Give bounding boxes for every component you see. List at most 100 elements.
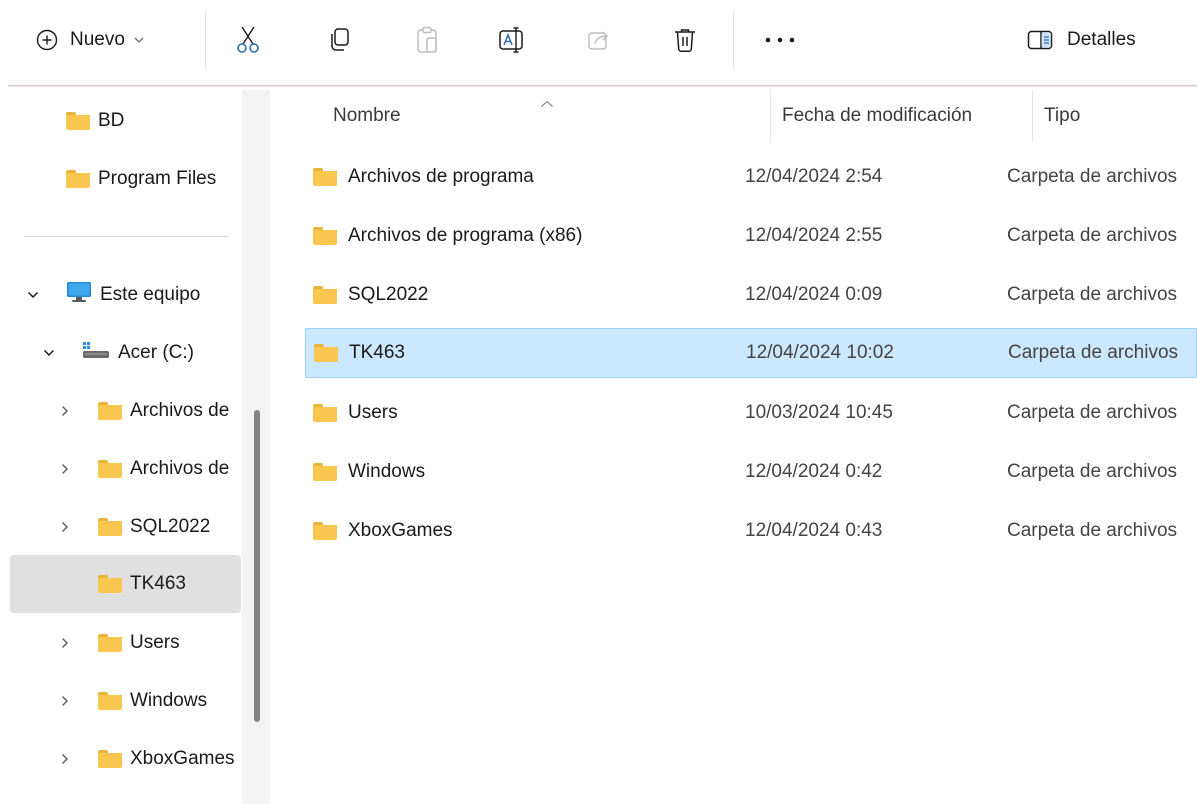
- sidebar-item-archivos-de-programa[interactable]: Archivos de: [98, 386, 242, 436]
- paste-button[interactable]: [412, 18, 442, 62]
- chevron-right-icon[interactable]: [58, 520, 72, 534]
- delete-button[interactable]: [670, 18, 700, 62]
- chevron-right-icon[interactable]: [58, 404, 72, 418]
- new-button[interactable]: Nuevo: [36, 18, 186, 62]
- folder-icon: [98, 460, 122, 478]
- folder-icon: [66, 170, 90, 188]
- sidebar-scrollbar-thumb[interactable]: [254, 410, 260, 722]
- rename-button[interactable]: [497, 18, 527, 62]
- table-row[interactable]: Archivos de programa 12/04/2024 2:54 Car…: [305, 152, 1197, 202]
- folder-icon: [314, 344, 338, 362]
- sidebar-item-label: Acer (C:): [118, 342, 194, 363]
- folder-icon: [313, 463, 337, 481]
- folder-icon: [313, 404, 337, 422]
- details-pane-icon: [1027, 30, 1053, 50]
- chevron-right-icon[interactable]: [58, 462, 72, 476]
- folder-icon: [313, 286, 337, 304]
- table-row[interactable]: Users 10/03/2024 10:45 Carpeta de archiv…: [305, 388, 1197, 438]
- cut-icon: [235, 25, 261, 55]
- sidebar-item-this-pc[interactable]: Este equipo: [66, 270, 242, 320]
- drive-icon: [82, 340, 110, 366]
- sidebar-item-label: TK463: [130, 573, 186, 594]
- folder-icon: [313, 227, 337, 245]
- column-separator[interactable]: [1032, 90, 1033, 142]
- copy-icon: [328, 27, 352, 53]
- sidebar-item-archivos-de-programa-x86[interactable]: Archivos de: [98, 444, 242, 494]
- column-header-date[interactable]: Fecha de modificación: [782, 90, 1030, 142]
- new-button-label: Nuevo: [70, 29, 125, 50]
- row-date: 12/04/2024 10:02: [746, 342, 894, 363]
- row-date: 12/04/2024 2:54: [745, 166, 883, 187]
- computer-icon: [66, 281, 92, 309]
- row-name: Windows: [348, 461, 426, 482]
- sidebar-item-tk463[interactable]: TK463: [10, 555, 241, 613]
- chevron-down-icon[interactable]: [42, 346, 56, 360]
- row-name: Users: [348, 402, 398, 423]
- add-circle-icon: [36, 29, 58, 51]
- sidebar-item-drive-c[interactable]: Acer (C:): [82, 328, 242, 378]
- row-type: Carpeta de archivos: [1008, 342, 1179, 363]
- row-name: SQL2022: [348, 284, 429, 305]
- table-row-selected[interactable]: TK463 12/04/2024 10:02 Carpeta de archiv…: [305, 328, 1197, 378]
- sidebar-item-windows[interactable]: Windows: [98, 676, 242, 726]
- folder-icon: [98, 402, 122, 420]
- command-bar: Nuevo Detalles: [0, 0, 1197, 80]
- row-type: Carpeta de archivos: [1007, 225, 1178, 246]
- details-button[interactable]: Detalles: [1027, 18, 1167, 62]
- sidebar-item-program-files[interactable]: Program Files: [66, 154, 242, 204]
- folder-icon: [98, 692, 122, 710]
- sidebar-item-label: XboxGames: [130, 748, 235, 769]
- folder-icon: [313, 168, 337, 186]
- chevron-right-icon[interactable]: [58, 752, 72, 766]
- table-row[interactable]: XboxGames 12/04/2024 0:43 Carpeta de arc…: [305, 506, 1197, 556]
- sidebar-item-label: Este equipo: [100, 284, 201, 305]
- column-header-label: Nombre: [333, 105, 401, 126]
- copy-button[interactable]: [325, 18, 355, 62]
- details-button-label: Detalles: [1067, 29, 1136, 50]
- sidebar-item-users[interactable]: Users: [98, 618, 242, 668]
- more-button[interactable]: [763, 18, 797, 62]
- table-row[interactable]: Archivos de programa (x86) 12/04/2024 2:…: [305, 211, 1197, 261]
- sidebar-item-sql2022[interactable]: SQL2022: [98, 502, 242, 552]
- row-date: 12/04/2024 2:55: [745, 225, 883, 246]
- column-header-type[interactable]: Tipo: [1044, 90, 1197, 142]
- folder-icon: [66, 112, 90, 130]
- toolbar-separator: [205, 10, 206, 70]
- sidebar-item-label: SQL2022: [130, 516, 211, 537]
- column-header-label: Fecha de modificación: [782, 105, 973, 126]
- row-date: 12/04/2024 0:42: [745, 461, 883, 482]
- chevron-right-icon[interactable]: [58, 636, 72, 650]
- table-row[interactable]: SQL2022 12/04/2024 0:09 Carpeta de archi…: [305, 270, 1197, 320]
- chevron-down-icon[interactable]: [26, 288, 40, 302]
- folder-icon: [98, 575, 122, 593]
- navigation-pane: BD Program Files Este equipo Acer (C:) A…: [0, 90, 270, 804]
- column-header-label: Tipo: [1044, 105, 1081, 126]
- row-name: Archivos de programa (x86): [348, 225, 583, 246]
- column-separator[interactable]: [770, 90, 771, 142]
- row-type: Carpeta de archivos: [1007, 284, 1178, 305]
- table-row[interactable]: Windows 12/04/2024 0:42 Carpeta de archi…: [305, 447, 1197, 497]
- row-date: 12/04/2024 0:43: [745, 520, 883, 541]
- sidebar-item-label: Users: [130, 632, 180, 653]
- folder-icon: [98, 634, 122, 652]
- more-icon: [764, 37, 796, 43]
- row-date: 12/04/2024 0:09: [745, 284, 883, 305]
- row-name: XboxGames: [348, 520, 453, 541]
- toolbar-divider: [8, 85, 1197, 87]
- chevron-right-icon[interactable]: [58, 694, 72, 708]
- row-date: 10/03/2024 10:45: [745, 402, 893, 423]
- toolbar-separator: [733, 10, 734, 70]
- cut-button[interactable]: [230, 18, 266, 62]
- row-type: Carpeta de archivos: [1007, 402, 1178, 423]
- sidebar-item-bd[interactable]: BD: [66, 96, 242, 146]
- row-type: Carpeta de archivos: [1007, 166, 1178, 187]
- sidebar-item-label: Windows: [130, 690, 208, 711]
- column-header-name[interactable]: Nombre: [333, 90, 768, 142]
- sidebar-item-label: BD: [98, 110, 125, 131]
- sidebar-item-xboxgames[interactable]: XboxGames: [98, 734, 242, 784]
- folder-icon: [98, 750, 122, 768]
- row-type: Carpeta de archivos: [1007, 461, 1178, 482]
- delete-icon: [673, 27, 697, 53]
- share-button[interactable]: [584, 18, 614, 62]
- rename-icon: [498, 26, 526, 54]
